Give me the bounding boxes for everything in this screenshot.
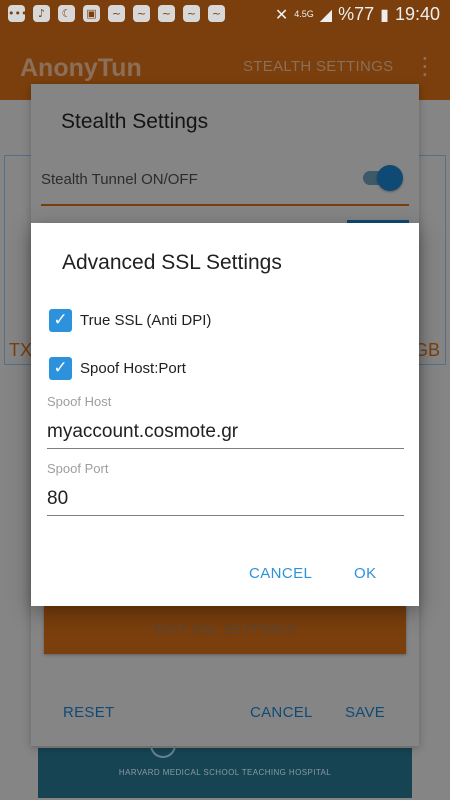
banner-text: HARVARD MEDICAL SCHOOL TEACHING HOSPITAL	[118, 768, 332, 777]
gallery-icon: ▣	[83, 5, 100, 22]
ad-banner[interactable]: HARVARD MEDICAL SCHOOL TEACHING HOSPITAL	[38, 744, 412, 798]
wave-icon: ~	[158, 5, 175, 22]
reset-button[interactable]: RESET	[63, 704, 115, 721]
stealth-cancel-button[interactable]: CANCEL	[250, 704, 313, 721]
clock: 19:40	[394, 4, 440, 24]
shield-icon	[150, 744, 176, 758]
message-icon: •••	[8, 5, 28, 22]
ssl-dialog-title: Advanced SSL Settings	[62, 251, 282, 274]
spoof-host-port-row[interactable]: ✓ Spoof Host:Port	[49, 357, 186, 380]
divider	[41, 204, 409, 206]
status-bar: ••• ♪ ☾ ▣ ~ ~ ~ ~ ~ ✕ 4.5G ◢ %77 ▮ 19:40	[0, 0, 450, 30]
true-ssl-label: True SSL (Anti DPI)	[80, 312, 212, 329]
mute-icon: ✕	[274, 5, 289, 24]
battery-icon: ▮	[380, 5, 389, 24]
spoof-host-port-checkbox[interactable]: ✓	[49, 357, 72, 380]
wave-icon: ~	[208, 5, 225, 22]
stealth-tunnel-toggle[interactable]	[363, 165, 405, 191]
music-icon: ♪	[33, 5, 50, 22]
true-ssl-checkbox[interactable]: ✓	[49, 309, 72, 332]
system-icons: ✕ 4.5G ◢ %77 ▮ 19:40	[275, 4, 440, 25]
spoof-port-label: Spoof Port	[47, 461, 109, 476]
wave-icon: ~	[108, 5, 125, 22]
ssl-cancel-button[interactable]: CANCEL	[249, 565, 312, 582]
notification-icons: ••• ♪ ☾ ▣ ~ ~ ~ ~ ~	[8, 5, 225, 22]
more-options-icon[interactable]: ⋮	[413, 52, 437, 80]
stealth-tunnel-label: Stealth Tunnel ON/OFF	[41, 171, 198, 188]
network-type: 4.5G	[294, 9, 314, 19]
stealth-dialog-title: Stealth Settings	[61, 110, 209, 133]
edit-ssl-settings-button[interactable]: EDIT SSL SETTINGS	[44, 606, 406, 654]
spoof-host-port-label: Spoof Host:Port	[80, 360, 186, 377]
stealth-settings-action[interactable]: STEALTH SETTINGS	[243, 58, 393, 75]
wave-icon: ~	[133, 5, 150, 22]
wave-icon: ~	[183, 5, 200, 22]
advanced-ssl-dialog: Advanced SSL Settings ✓ True SSL (Anti D…	[31, 223, 419, 606]
toggle-thumb	[377, 165, 403, 191]
tx-label: TX	[9, 340, 33, 360]
spoof-host-input[interactable]	[47, 421, 404, 449]
spoof-host-label: Spoof Host	[47, 394, 112, 409]
battery-level: %77	[338, 4, 375, 24]
true-ssl-row[interactable]: ✓ True SSL (Anti DPI)	[49, 309, 211, 332]
save-button[interactable]: SAVE	[345, 704, 385, 721]
moon-icon: ☾	[58, 5, 75, 22]
signal-icon: ◢	[319, 5, 333, 24]
app-title: AnonyTun	[20, 54, 142, 82]
spoof-port-input[interactable]	[47, 488, 404, 516]
ok-button[interactable]: OK	[354, 565, 376, 582]
